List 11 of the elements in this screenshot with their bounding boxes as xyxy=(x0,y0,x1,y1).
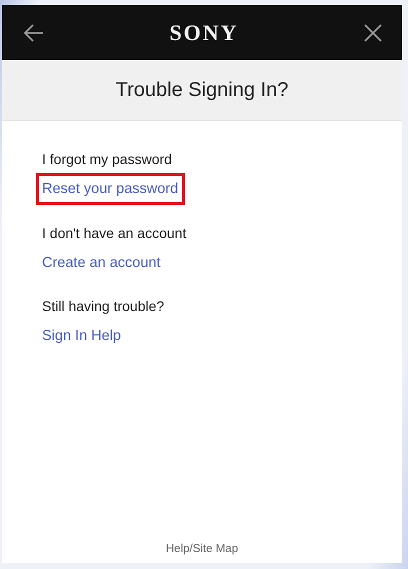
text-link[interactable]: Reset your password xyxy=(42,181,178,197)
footer-link[interactable]: Help/Site Map xyxy=(166,543,238,563)
dialog-title: Trouble Signing In? xyxy=(116,78,288,102)
logo: SONY xyxy=(169,20,239,46)
back-arrow-icon[interactable] xyxy=(24,24,44,42)
text-link[interactable]: Sign In Help xyxy=(42,327,121,345)
section-label: I don't have an account xyxy=(42,224,188,242)
text-link[interactable]: Create an account xyxy=(42,254,160,272)
section-label: Still having trouble? xyxy=(42,297,166,315)
close-icon[interactable] xyxy=(364,24,382,42)
section-label: I forgot my password xyxy=(42,150,173,168)
